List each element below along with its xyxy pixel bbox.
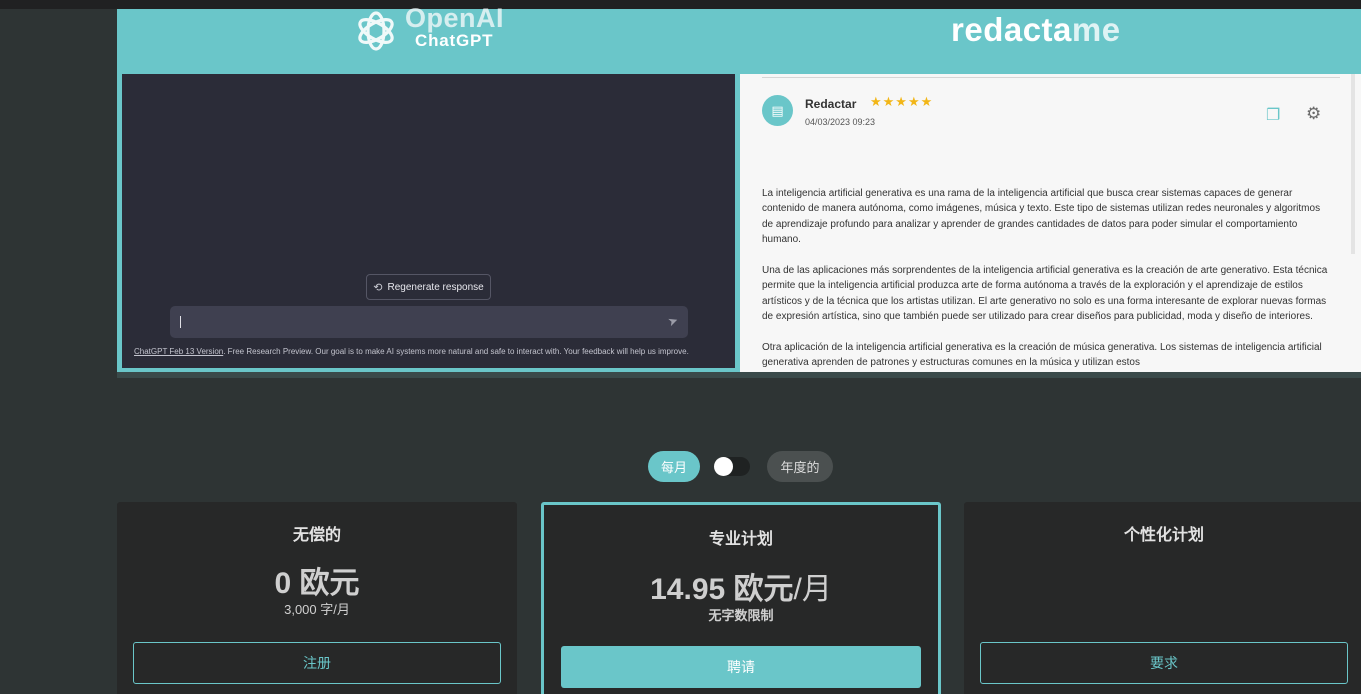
scrollbar[interactable]: [1351, 74, 1355, 254]
billing-switch[interactable]: [714, 457, 750, 476]
refresh-icon: ⟲: [373, 281, 383, 294]
chatgpt-footer-text: . Free Research Preview. Our goal is to …: [223, 347, 689, 356]
plan-quota: 3,000 字/月: [284, 602, 350, 617]
plan-card-custom: 个性化计划 要求: [964, 502, 1361, 694]
gear-icon[interactable]: ⚙: [1306, 104, 1321, 124]
result-timestamp: 04/03/2023 09:23: [805, 117, 876, 127]
send-icon[interactable]: ➤: [666, 313, 680, 330]
copy-icon[interactable]: ❐: [1266, 105, 1280, 125]
openai-chatgpt-logo: OpenAI ChatGPT: [350, 3, 530, 57]
generated-text: La inteligencia artificial generativa es…: [762, 186, 1332, 374]
divider: [762, 77, 1340, 78]
plan-card-free: 无偿的 0 欧元 3,000 字/月 注册: [117, 502, 517, 694]
register-button[interactable]: 注册: [133, 642, 501, 684]
plan-title: 个性化计划: [1123, 527, 1204, 544]
redactame-logo-main: redacta: [951, 11, 1072, 48]
request-button[interactable]: 要求: [980, 642, 1348, 684]
chat-prompt-input[interactable]: ➤: [170, 306, 688, 338]
regenerate-response-label: Regenerate response: [387, 281, 484, 293]
plan-title: 无偿的: [292, 527, 341, 544]
plan-price-period: /月: [793, 573, 832, 606]
plan-title: 专业计划: [708, 531, 773, 548]
generated-paragraph: Una de las aplicaciones más sorprendente…: [762, 265, 1328, 323]
plan-price: 0 欧元: [274, 567, 360, 600]
openai-wordmark: OpenAI: [405, 3, 505, 33]
hero-shadow: [117, 372, 1361, 378]
plan-price: 14.95 欧元/月: [544, 564, 938, 608]
chatgpt-version-link[interactable]: ChatGPT Feb 13 Version: [134, 347, 223, 356]
star-rating[interactable]: ★★★★★: [870, 94, 933, 110]
plan-quota: 无字数限制: [708, 608, 774, 623]
top-bar: [0, 0, 1361, 9]
generated-paragraph: Otra aplicación de la inteligencia artif…: [762, 342, 1322, 369]
plan-card-pro: 专业计划 14.95 欧元/月 无字数限制 聘请: [541, 502, 941, 694]
redactame-logo-suffix: me: [1071, 11, 1121, 48]
comparison-hero: OpenAI ChatGPT redactame ⟲ Regenerate re…: [117, 3, 1361, 378]
redactame-panel: ▤ Redactar ★★★★★ 04/03/2023 09:23 ❐ ⚙ La…: [740, 74, 1361, 374]
openai-knot-icon: [358, 11, 394, 51]
billing-toggle: 每月 年度的: [648, 451, 833, 482]
document-icon: ▤: [762, 95, 793, 126]
monthly-option[interactable]: 每月: [648, 451, 700, 482]
redactame-logo: redactame: [951, 11, 1121, 49]
switch-knob: [714, 457, 733, 476]
text-caret: [180, 316, 181, 328]
plan-price-amount: 14.95 欧元: [650, 573, 794, 606]
hire-button[interactable]: 聘请: [561, 646, 921, 688]
regenerate-response-button[interactable]: ⟲ Regenerate response: [366, 274, 491, 300]
yearly-option[interactable]: 年度的: [767, 451, 833, 482]
chatgpt-panel: ⟲ Regenerate response ➤ ChatGPT Feb 13 V…: [122, 74, 735, 368]
result-author: Redactar: [805, 97, 857, 111]
chatgpt-footer: ChatGPT Feb 13 Version. Free Research Pr…: [134, 347, 689, 356]
chatgpt-wordmark: ChatGPT: [415, 31, 494, 50]
generated-paragraph: La inteligencia artificial generativa es…: [762, 188, 1321, 246]
